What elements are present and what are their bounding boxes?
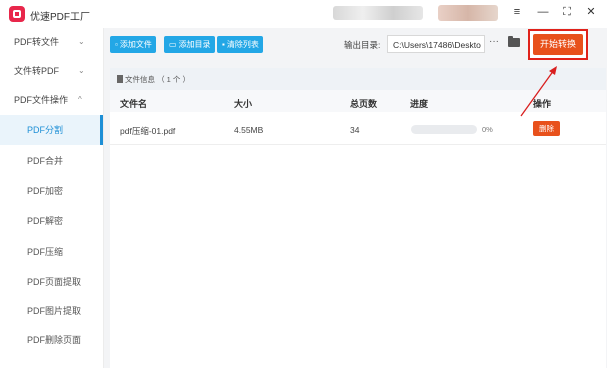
page-count-cell: 34 [350,125,360,135]
clear-list-button[interactable]: ▪ 清除列表 [217,36,263,53]
minimize-icon[interactable]: — [536,5,550,19]
nav-label: PDF转文件 [14,37,60,47]
more-options-button[interactable]: ··· [489,36,499,47]
chevron-down-icon: ⌄ [78,37,85,46]
column-header-progress: 进度 [410,99,429,109]
add-file-button[interactable]: ▫ 添加文件 [110,36,156,53]
document-icon [117,75,123,83]
toolbar: ▫ 添加文件 ▭ 添加目录 ▪ 清除列表 输出目录: C:\Users\17486\D… [104,28,607,62]
sidebar-item-label: PDF合并 [27,156,64,166]
progress-percent: 0% [482,125,493,134]
blurred-user-info [333,6,423,20]
maximize-icon[interactable]: ⛶ [560,5,574,19]
file-size-cell: 4.55MB [234,125,264,135]
sidebar-item-label: PDF删除页面 [27,335,82,345]
menu-icon[interactable]: ≡ [510,5,524,19]
file-name-cell: pdf压缩-01.pdf [120,126,176,136]
sidebar-item-pdf-image-extract[interactable]: PDF图片提取 [0,296,103,326]
column-header-name: 文件名 [120,99,148,109]
nav-pdf-operations[interactable]: PDF文件操作 ^ [0,86,103,114]
folder-icon: ▭ [169,40,177,49]
nav-file-to-pdf[interactable]: 文件转PDF ⌄ [0,57,103,85]
nav-label: 文件转PDF [14,66,60,76]
start-convert-button[interactable]: 开始转换 [533,34,583,55]
blurred-avatar [438,5,498,21]
nav-label: PDF文件操作 [14,95,69,105]
sidebar-item-label: PDF图片提取 [27,306,82,316]
sidebar-item-label: PDF压缩 [27,247,64,257]
app-logo [9,6,25,22]
delete-button[interactable]: 删除 [533,121,560,136]
add-file-label: 添加文件 [119,40,152,49]
title-bar: 优速PDF工厂 ≡ — ⛶ ✕ [0,0,607,28]
sidebar-item-pdf-encrypt[interactable]: PDF加密 [0,176,103,206]
nav-pdf-to-file[interactable]: PDF转文件 ⌄ [0,28,103,56]
column-header-pages: 总页数 [350,99,378,109]
sidebar-item-label: PDF页面提取 [27,277,82,287]
trash-icon: ▪ [222,40,225,49]
chevron-down-icon: ⌄ [78,66,85,75]
sidebar-item-pdf-split[interactable]: PDF分割 [0,115,103,145]
output-dir-field[interactable]: C:\Users\17486\Deskto [387,35,485,53]
row-divider [110,144,606,145]
file-info-label: 文件信息 （ 1 个 ） [125,75,191,84]
output-dir-label: 输出目录: [344,40,381,50]
open-folder-icon[interactable] [508,36,520,47]
sidebar-item-pdf-compress[interactable]: PDF压缩 [0,237,103,267]
progress-bar [411,125,477,134]
sidebar-item-label: PDF加密 [27,186,64,196]
file-list-panel: 文件信息 （ 1 个 ） 文件名 大小 总页数 进度 操作 pdf压缩-01.p… [110,68,606,368]
sidebar-item-label: PDF解密 [27,216,64,226]
column-header-action: 操作 [533,99,552,109]
main-area: ▫ 添加文件 ▭ 添加目录 ▪ 清除列表 输出目录: C:\Users\17486\D… [104,28,607,368]
column-header-size: 大小 [234,99,253,109]
sidebar-item-pdf-merge[interactable]: PDF合并 [0,146,103,176]
add-folder-button[interactable]: ▭ 添加目录 [164,36,215,53]
sidebar: PDF转文件 ⌄ 文件转PDF ⌄ PDF文件操作 ^ PDF分割 PDF合并 … [0,28,104,368]
sidebar-item-pdf-page-extract[interactable]: PDF页面提取 [0,267,103,297]
close-icon[interactable]: ✕ [584,5,598,19]
app-title: 优速PDF工厂 [30,12,90,23]
add-folder-label: 添加目录 [178,40,211,49]
sidebar-item-label: PDF分割 [27,125,64,135]
chevron-up-icon: ^ [78,95,82,104]
sidebar-item-pdf-decrypt[interactable]: PDF解密 [0,206,103,236]
clear-list-label: 清除列表 [226,40,259,49]
file-info-bar: 文件信息 （ 1 个 ） [110,68,606,90]
file-icon: ▫ [115,40,118,49]
sidebar-item-pdf-delete-pages[interactable]: PDF删除页面 [0,325,103,355]
